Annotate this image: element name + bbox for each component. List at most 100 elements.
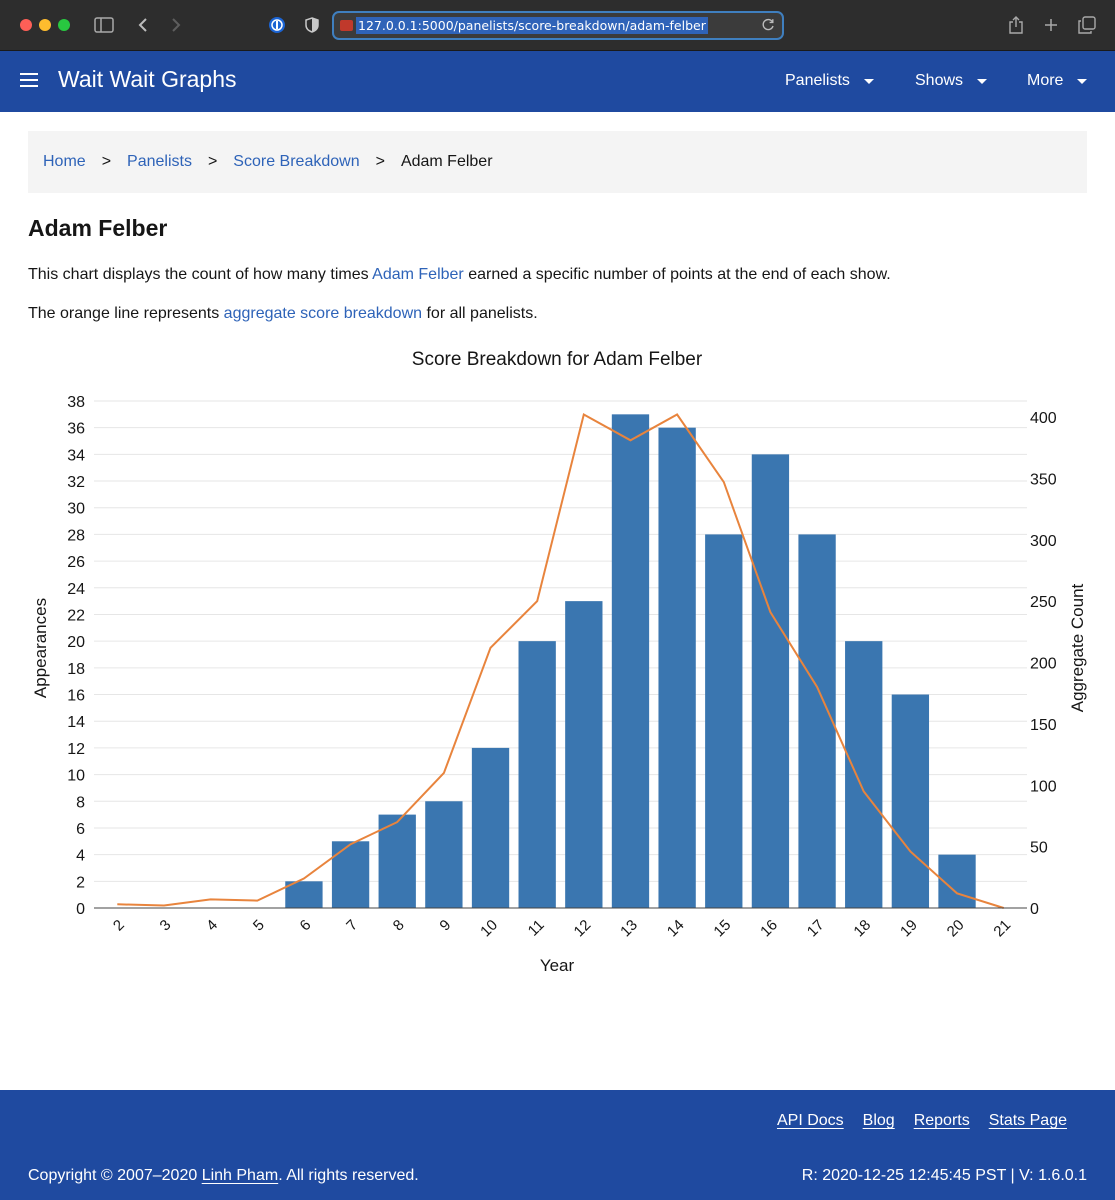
reload-icon[interactable] [762,18,776,32]
page-title: Adam Felber [28,215,168,241]
nav-panelists-dropdown[interactable]: Panelists [785,72,874,90]
site-favicon-icon [340,20,353,31]
x-tick-label: 6 [297,917,315,935]
x-axis-title: Year [540,956,575,975]
y2-tick-label: 200 [1030,656,1057,673]
orange-line-description: The orange line represents aggregate sco… [28,305,538,323]
x-tick-label: 15 [710,917,734,941]
y-tick-label: 8 [76,794,85,811]
footer-link-reports[interactable]: Reports [914,1112,970,1130]
y2-tick-label: 250 [1030,594,1057,611]
x-tick-label: 4 [203,917,221,935]
y2-tick-label: 300 [1030,533,1057,550]
y-tick-label: 16 [67,688,85,705]
bar [798,534,836,908]
bar [658,427,696,908]
bar [565,601,603,908]
menu-icon[interactable] [20,73,38,89]
bar [705,534,743,908]
y-tick-label: 12 [67,741,85,758]
revision-info: R: 2020-12-25 12:45:45 PST | V: 1.6.0.1 [801,1167,1087,1184]
shield-icon[interactable] [300,13,324,37]
panelist-link[interactable]: Adam Felber [372,266,464,283]
bar [845,641,883,908]
breadcrumb-panelists-link[interactable]: Panelists [127,153,192,171]
y2-axis-title: Aggregate Count [1068,583,1087,712]
copyright-text: . All rights reserved. [278,1167,419,1184]
y-tick-label: 22 [67,607,85,624]
minimize-window-button[interactable] [39,19,51,31]
description-text: This chart displays the count of how man… [28,266,373,283]
copyright-text: Copyright © 2007–2020 [28,1167,202,1184]
y2-tick-label: 150 [1030,717,1057,734]
caret-down-icon [1077,78,1088,84]
y2-tick-label: 400 [1030,410,1057,427]
password-manager-icon[interactable] [265,13,289,37]
footer-link-stats-page[interactable]: Stats Page [989,1112,1067,1130]
site-footer: API Docs Blog Reports Stats Page Copyrig… [0,1090,1115,1200]
breadcrumb-home-link[interactable]: Home [43,153,86,171]
footer-link-blog[interactable]: Blog [863,1112,895,1130]
score-breakdown-chart: Score Breakdown for Adam Felber 02468101… [31,349,1087,975]
chart-bars [285,414,976,908]
y-tick-label: 38 [67,394,85,411]
aggregate-score-breakdown-link[interactable]: aggregate score breakdown [224,305,422,322]
y-axis-title: Appearances [31,598,50,698]
nav-panelists-label: Panelists [785,72,850,89]
breadcrumb-score-breakdown-link[interactable]: Score Breakdown [233,153,359,171]
x-tick-label: 21 [990,917,1014,941]
y-tick-label: 20 [67,634,85,651]
y-tick-label: 0 [76,901,85,918]
y-tick-label: 14 [67,714,85,731]
x-tick-label: 9 [436,917,454,935]
chart-title: Score Breakdown for Adam Felber [412,349,703,370]
description-text: The orange line represents [28,305,224,322]
nav-more-label: More [1027,72,1064,89]
caret-down-icon [863,78,874,84]
description-text: for all panelists. [422,305,538,322]
bar [518,641,556,908]
site-brand[interactable]: Wait Wait Graphs [58,66,237,93]
share-icon[interactable] [1004,13,1028,37]
nav-shows-dropdown[interactable]: Shows [915,72,988,90]
y-tick-label: 18 [67,661,85,678]
x-tick-label: 5 [250,917,268,935]
new-tab-icon[interactable] [1039,13,1063,37]
url-text[interactable]: 127.0.0.1:5000/panelists/score-breakdown… [356,17,708,34]
x-tick-label: 8 [390,917,408,935]
bar [471,747,510,908]
y-tick-label: 34 [67,447,85,464]
breadcrumb-separator: > [101,153,112,170]
bar [331,841,370,908]
copyright-owner-link[interactable]: Linh Pham [202,1167,279,1184]
tab-overview-icon[interactable] [1075,13,1099,37]
y-tick-label: 24 [67,581,85,598]
back-icon[interactable] [131,13,155,37]
footer-link-api-docs[interactable]: API Docs [777,1112,844,1130]
close-window-button[interactable] [20,19,32,31]
bar [425,801,463,908]
x-tick-label: 13 [617,917,641,941]
y-tick-label: 6 [76,821,85,838]
y-tick-label: 30 [67,501,85,518]
chart-gridlines [94,400,1027,882]
chart-description: This chart displays the count of how man… [28,266,891,284]
nav-more-dropdown[interactable]: More [1027,72,1088,90]
x-tick-label: 2 [110,917,128,935]
x-tick-label: 12 [571,917,595,941]
breadcrumb-separator: > [375,153,385,170]
y2-tick-label: 100 [1030,778,1057,795]
y-tick-label: 36 [67,421,85,438]
x-tick-label: 10 [477,917,501,941]
y2-tick-label: 0 [1030,901,1039,918]
zoom-window-button[interactable] [58,19,70,31]
y2-tick-label: 50 [1030,840,1048,857]
y-tick-label: 10 [67,768,85,785]
forward-icon[interactable] [164,13,188,37]
sidebar-icon[interactable] [92,13,116,37]
breadcrumb-current: Adam Felber [400,153,493,170]
bar [891,694,930,908]
y-tick-label: 26 [67,554,85,571]
address-bar[interactable]: 127.0.0.1:5000/panelists/score-breakdown… [332,11,784,40]
caret-down-icon [977,78,988,84]
